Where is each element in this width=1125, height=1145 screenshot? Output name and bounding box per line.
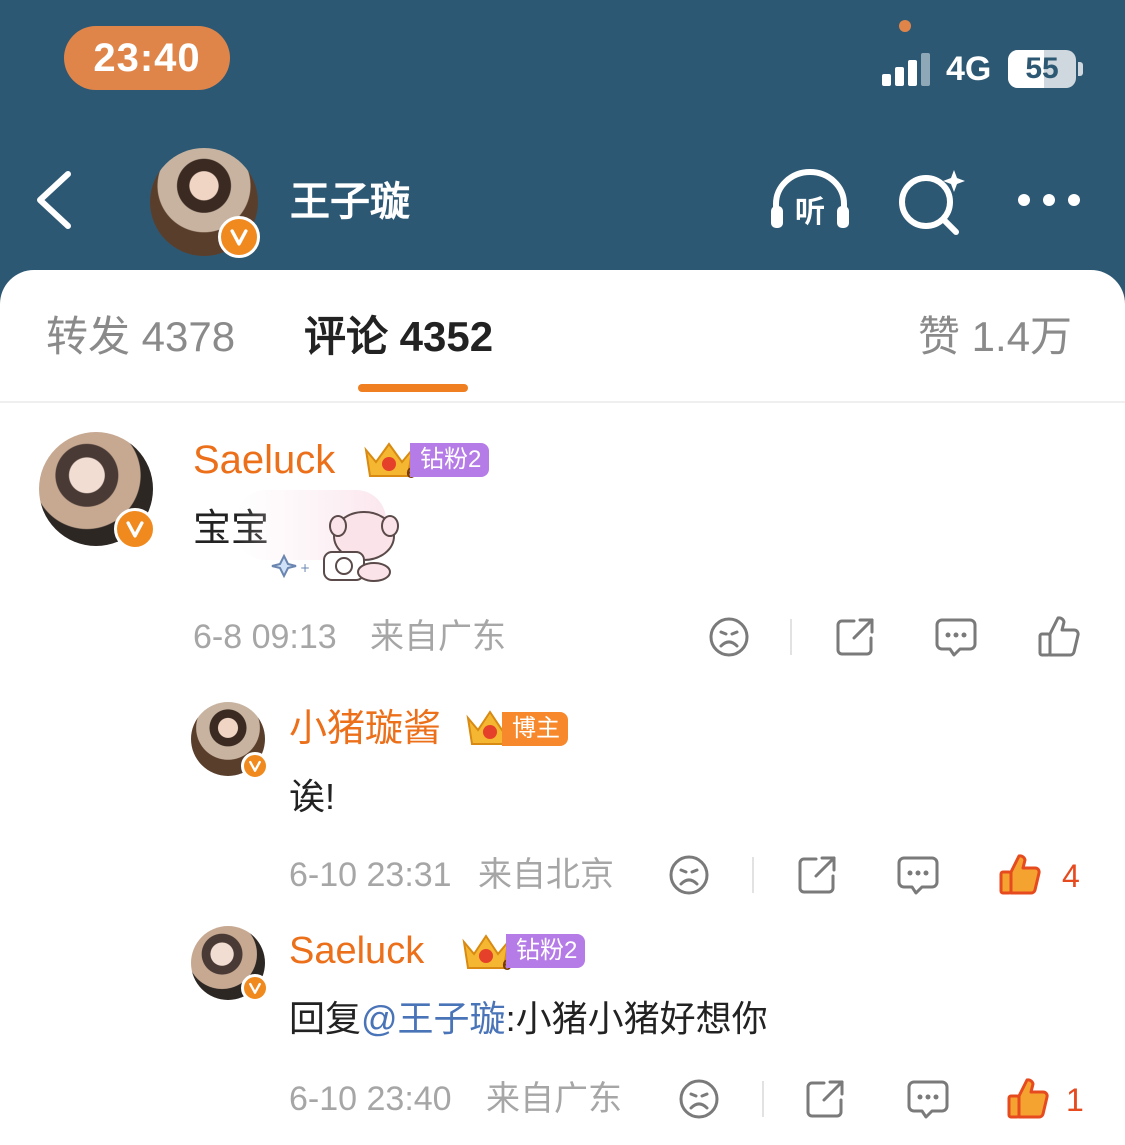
sad-face-icon — [679, 1079, 719, 1119]
thumbs-up-filled-icon — [1007, 1078, 1049, 1119]
search-icon — [899, 170, 965, 235]
verified-badge — [218, 216, 260, 258]
verified-badge — [241, 974, 269, 1002]
thumbs-up-icon — [1038, 616, 1080, 657]
comment-text: 诶! — [289, 776, 336, 817]
comment-location: 来自广东 — [486, 1080, 622, 1118]
sticker-image: + — [236, 490, 399, 582]
verified-badge — [241, 752, 269, 780]
more-icon — [1018, 194, 1080, 206]
share-button[interactable] — [796, 854, 838, 896]
reply-body: :小猪小猪好想你 — [505, 998, 768, 1039]
active-tab-indicator — [358, 384, 468, 392]
crown-badge-icon: 6 — [460, 932, 512, 974]
network-type: 4G — [946, 50, 992, 88]
comment-location: 来自北京 — [478, 856, 614, 894]
mention-link[interactable]: @王子璇 — [361, 998, 506, 1039]
fan-tag: 钻粉2 — [506, 934, 586, 968]
signal-icon — [882, 52, 934, 86]
fan-tag: 钻粉2 — [410, 443, 490, 477]
tab-comments[interactable]: 评论 4352 — [304, 306, 493, 368]
comment-username[interactable]: Saeluck — [193, 434, 335, 486]
listen-label: 听 — [795, 195, 825, 230]
action-divider — [790, 619, 792, 655]
comment-icon — [897, 856, 939, 895]
comment-icon — [935, 618, 977, 657]
status-indicator-dot — [899, 20, 911, 32]
share-icon — [806, 1080, 844, 1118]
tabs-divider — [0, 401, 1125, 403]
dislike-button[interactable] — [708, 616, 750, 658]
share-button[interactable] — [804, 1078, 846, 1120]
dislike-button[interactable] — [678, 1078, 720, 1120]
like-button[interactable] — [1038, 614, 1080, 658]
verified-badge — [114, 508, 156, 550]
sad-face-icon — [709, 617, 749, 657]
like-count: 4 — [1062, 858, 1080, 894]
share-button[interactable] — [834, 616, 876, 658]
headphones-icon: 听 — [771, 169, 849, 230]
battery-icon: 55 — [1008, 50, 1076, 88]
share-icon — [836, 618, 874, 656]
status-time: 23:40 — [64, 26, 230, 90]
dislike-button[interactable] — [668, 854, 710, 896]
action-divider — [762, 1081, 764, 1117]
comment-username[interactable]: 小猪璇酱 — [289, 704, 441, 754]
comment-username[interactable]: Saeluck — [289, 926, 424, 976]
sad-face-icon — [669, 855, 709, 895]
like-button[interactable] — [1006, 1076, 1050, 1120]
svg-text:+: + — [300, 561, 310, 575]
page-title: 王子璇 — [290, 180, 410, 224]
listen-button[interactable]: 听 — [768, 166, 852, 238]
like-button[interactable] — [998, 852, 1042, 896]
action-divider — [752, 857, 754, 893]
thumbs-up-filled-icon — [999, 854, 1041, 895]
back-button[interactable] — [30, 168, 80, 232]
like-count: 1 — [1066, 1082, 1084, 1118]
search-button[interactable] — [894, 166, 966, 238]
blogger-tag: 博主 — [502, 712, 568, 746]
comment-text: 回复@王子璇:小猪小猪好想你 — [289, 996, 768, 1042]
reply-button[interactable] — [934, 616, 978, 658]
comment-time: 6-10 23:40 — [289, 1080, 452, 1118]
comment-location: 来自广东 — [370, 618, 506, 656]
battery-nub — [1078, 62, 1083, 76]
share-icon — [798, 856, 836, 894]
comment-icon — [907, 1080, 949, 1119]
more-button[interactable] — [1014, 166, 1084, 238]
comment-time: 6-10 23:31 — [289, 856, 452, 894]
tab-reposts[interactable]: 转发 4378 — [46, 306, 235, 368]
tab-likes[interactable]: 赞 1.4万 — [918, 306, 1072, 368]
reply-button[interactable] — [896, 854, 940, 896]
crown-badge-icon: 6 — [362, 440, 416, 482]
comment-time: 6-8 09:13 — [193, 618, 337, 656]
reply-prefix: 回复 — [289, 998, 362, 1039]
back-arrow-icon — [37, 171, 71, 229]
battery-level: 55 — [1025, 52, 1059, 85]
reply-button[interactable] — [906, 1078, 950, 1120]
